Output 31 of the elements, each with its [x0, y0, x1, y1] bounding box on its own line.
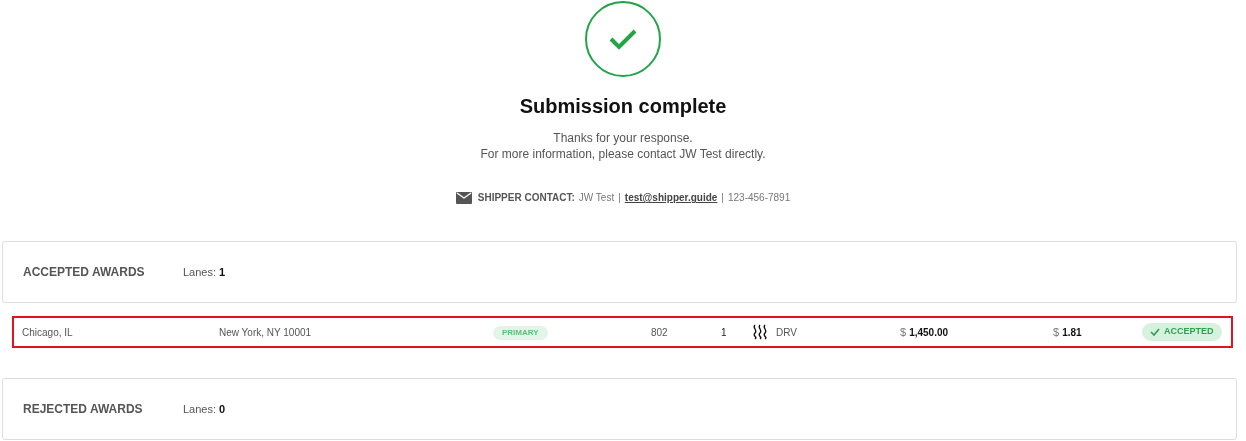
contact-label: SHIPPER CONTACT:: [477, 191, 575, 205]
miles-text: 802: [651, 326, 668, 338]
envelope-icon: [455, 191, 472, 204]
check-icon: [1150, 328, 1160, 336]
rate-per-mile-text: 1.81: [1062, 325, 1082, 340]
lanes-label: Lanes:: [183, 401, 217, 417]
page-title: Submission complete: [519, 94, 727, 119]
rate-text: 1,450.00: [909, 325, 949, 340]
primary-tag: PRIMARY: [493, 326, 548, 340]
separator-text: |: [618, 191, 621, 205]
lanes-label: Lanes:: [183, 264, 217, 280]
equipment-text: DRV: [776, 326, 797, 338]
heat-waves-icon: [751, 324, 769, 340]
lanes-count: 0: [219, 401, 226, 417]
loads-text: 1: [721, 326, 727, 338]
origin-text: Chicago, IL: [22, 326, 73, 338]
email-link[interactable]: test@shipper.guide: [624, 190, 718, 205]
destination-text: New York, NY 10001: [219, 326, 312, 338]
section-title: ACCEPTED AWARDS: [23, 264, 146, 281]
lanes-count: 1: [219, 264, 226, 280]
success-check-icon: [585, 1, 661, 77]
currency-symbol: $: [900, 324, 907, 340]
contact-phone: 123-456-7891: [727, 191, 791, 205]
message-text: For more information, please contact JW Test directly.: [480, 146, 766, 162]
section-title: REJECTED AWARDS: [23, 401, 144, 418]
separator-text: |: [721, 191, 724, 205]
status-text: ACCEPTED: [1164, 325, 1214, 339]
contact-name: JW Test: [578, 191, 615, 205]
message-text: Thanks for your response.: [553, 130, 693, 146]
currency-symbol: $: [1053, 324, 1060, 340]
award-row[interactable]: Chicago, IL New York, NY 10001 PRIMARY 802 1 DRV $ 1,450.00 $ 1.81 ACCEPTED: [12, 316, 1233, 348]
